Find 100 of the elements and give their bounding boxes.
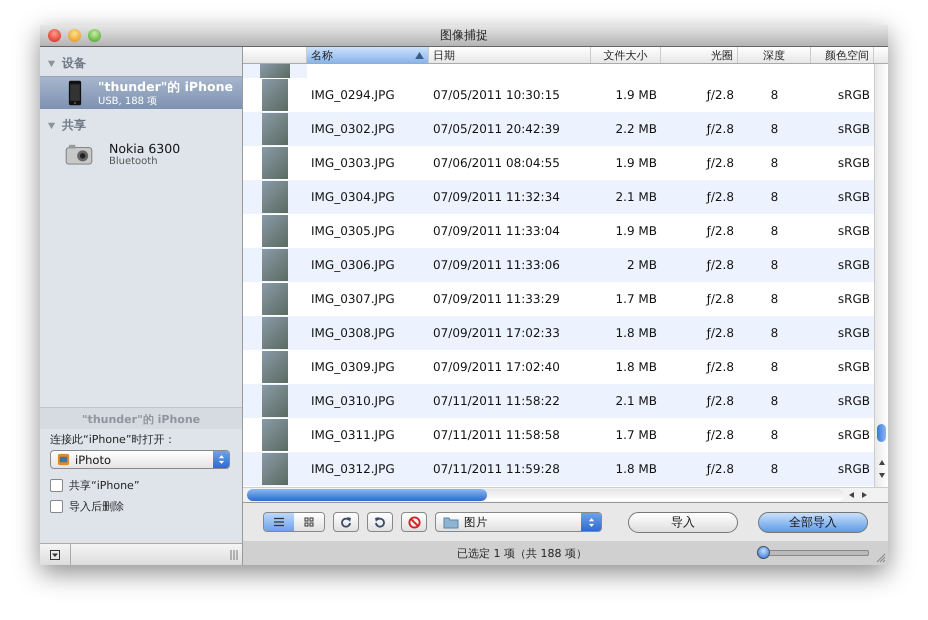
table-cell-text: 2.1 MB xyxy=(614,394,658,408)
photo-placeholder[interactable] xyxy=(262,249,288,281)
table-cell-text: 8 xyxy=(770,394,780,408)
zoom-slider[interactable] xyxy=(757,546,869,560)
table-cell-text: 07/05/2011 20:42:39 xyxy=(432,122,561,136)
table-cell-text: ƒ/2.8 xyxy=(704,326,735,340)
table-cell-text: IMG_0305.JPG xyxy=(310,224,396,238)
table-cell-text: 1.7 MB xyxy=(614,292,658,306)
table-cell-text: sRGB xyxy=(836,258,871,272)
disclosure-triangle-icon[interactable] xyxy=(47,121,56,130)
table-cell-text: ƒ/2.8 xyxy=(704,224,735,238)
checkbox[interactable] xyxy=(50,479,63,492)
device-panel-title: "thunder"的 iPhone xyxy=(40,407,242,429)
zoom-button[interactable] xyxy=(88,29,101,42)
photo-placeholder[interactable] xyxy=(262,215,288,247)
column-header[interactable]: 光圈 xyxy=(661,47,738,63)
scroll-thumb[interactable] xyxy=(877,424,886,442)
table-cell-text: 07/09/2011 11:33:29 xyxy=(432,292,561,306)
table-cell-text: sRGB xyxy=(836,224,871,238)
status-text: 已选定 1 项（共 188 项） xyxy=(457,546,587,561)
column-header[interactable]: 文件大小 xyxy=(591,47,661,63)
table-cell-text: 8 xyxy=(770,326,780,340)
photo-placeholder[interactable] xyxy=(262,113,288,145)
delete-button[interactable] xyxy=(401,512,427,532)
camera-icon xyxy=(65,143,93,165)
table-cell-text: ƒ/2.8 xyxy=(704,156,735,170)
table-cell-text: IMG_0312.JPG xyxy=(310,462,396,476)
folder-icon xyxy=(443,516,459,529)
grid-icon xyxy=(304,517,314,528)
table-cell-text: 8 xyxy=(770,190,780,204)
table-cell-text: 07/06/2011 08:04:55 xyxy=(432,156,561,170)
table-cell-text: sRGB xyxy=(836,156,871,170)
open-with-label: 连接此“iPhone”时打开： xyxy=(49,432,177,447)
close-button[interactable] xyxy=(48,29,61,42)
table-cell-text: 8 xyxy=(770,122,780,136)
table-cell-text: sRGB xyxy=(836,394,871,408)
checkbox[interactable] xyxy=(50,500,63,513)
table-cell-text: sRGB xyxy=(836,292,871,306)
disclosure-triangle-icon[interactable] xyxy=(47,59,56,68)
minimize-button[interactable] xyxy=(68,29,81,42)
column-header[interactable]: 日期 xyxy=(429,47,591,63)
table-cell-text: IMG_0303.JPG xyxy=(310,156,396,170)
table-cell-text: 8 xyxy=(770,428,780,442)
photo-placeholder[interactable] xyxy=(262,453,288,485)
table-cell-text: IMG_0302.JPG xyxy=(310,122,396,136)
window-title: 图像捕捉 xyxy=(440,27,488,44)
photo-placeholder[interactable] xyxy=(262,283,288,315)
stepper-arrows-icon xyxy=(213,451,229,468)
table-cell-text: 1.9 MB xyxy=(614,224,658,238)
table-cell-text: IMG_0307.JPG xyxy=(310,292,396,306)
photo-placeholder[interactable] xyxy=(262,419,288,451)
grid-view-button[interactable] xyxy=(294,513,324,532)
partial-table-row xyxy=(243,64,307,78)
list-view-button[interactable] xyxy=(264,513,294,532)
resize-grip-icon[interactable] xyxy=(876,553,886,563)
table-cell-text: 2.2 MB xyxy=(614,122,658,136)
column-header[interactable]: 颜色空间 xyxy=(811,47,874,63)
column-header[interactable]: 深度 xyxy=(738,47,811,63)
slider-thumb[interactable] xyxy=(757,546,770,560)
table-cell-text: 8 xyxy=(770,156,780,170)
table-cell-text: sRGB xyxy=(836,122,871,136)
import-button[interactable]: 导入 xyxy=(628,512,738,533)
photo-placeholder[interactable] xyxy=(262,385,288,417)
column-header[interactable]: 名称 xyxy=(307,47,429,63)
photo-placeholder[interactable] xyxy=(262,317,288,349)
table-cell-text: sRGB xyxy=(836,190,871,204)
table-cell-text: sRGB xyxy=(836,88,871,102)
device-detail: Bluetooth xyxy=(109,156,159,167)
application-popup[interactable]: iPhoto xyxy=(50,450,230,469)
import-all-button[interactable]: 全部导入 xyxy=(758,512,868,533)
table-cell-text: IMG_0306.JPG xyxy=(310,258,396,272)
table-cell-text: sRGB xyxy=(836,360,871,374)
sort-arrow-icon xyxy=(415,52,424,58)
scroll-thumb[interactable] xyxy=(247,489,487,502)
table-cell-text: 07/05/2011 10:30:15 xyxy=(432,88,561,102)
table-cell-text: 1.8 MB xyxy=(614,462,658,476)
table-cell-text: sRGB xyxy=(836,326,871,340)
checkbox-label: 导入后删除 xyxy=(69,499,124,514)
view-mode-control[interactable] xyxy=(263,512,325,532)
horizontal-scrollbar[interactable] xyxy=(243,487,888,502)
photo-placeholder[interactable] xyxy=(262,181,288,213)
table-cell-text: IMG_0309.JPG xyxy=(310,360,396,374)
rotate-left-button[interactable] xyxy=(367,512,393,532)
destination-popup[interactable]: 图片 xyxy=(435,512,602,532)
table-cell-text: ƒ/2.8 xyxy=(704,462,735,476)
table-cell-text: IMG_0304.JPG xyxy=(310,190,396,204)
photo-placeholder[interactable] xyxy=(262,147,288,179)
table-cell-text: 8 xyxy=(770,88,780,102)
rotate-right-button[interactable] xyxy=(333,512,359,532)
table-cell-text: ƒ/2.8 xyxy=(704,428,735,442)
resize-grip-icon[interactable] xyxy=(230,550,238,560)
table-cell-text: IMG_0294.JPG xyxy=(310,88,396,102)
photo-placeholder[interactable] xyxy=(262,79,288,111)
table-cell-text: 8 xyxy=(770,462,780,476)
vertical-scrollbar[interactable] xyxy=(874,64,888,488)
device-item[interactable]: Nokia 6300 Bluetooth xyxy=(40,138,242,170)
table-cell-text: 07/09/2011 17:02:33 xyxy=(432,326,561,340)
table-cell-text: 8 xyxy=(770,360,780,374)
photo-placeholder[interactable] xyxy=(262,351,288,383)
table-cell-text: IMG_0311.JPG xyxy=(310,428,396,442)
